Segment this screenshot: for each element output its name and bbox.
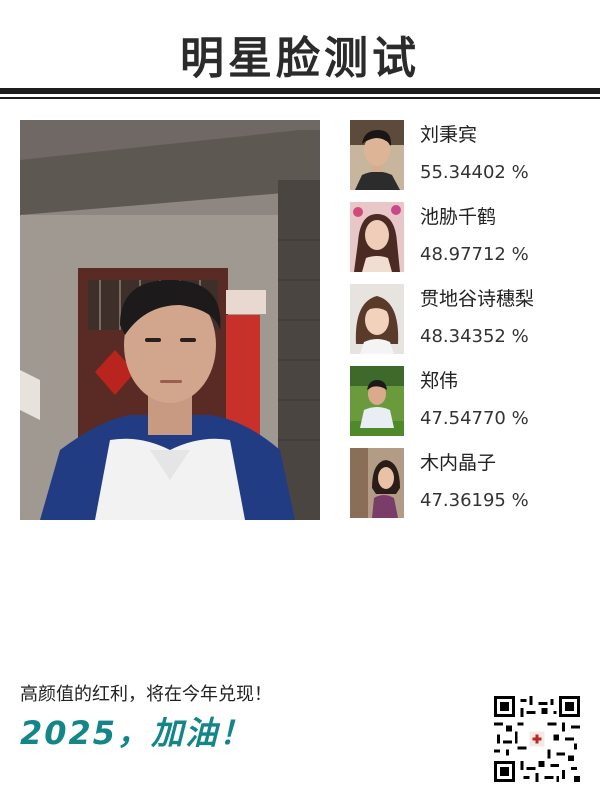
match-item[interactable]: 刘秉宾 55.34402 % [350, 120, 590, 190]
header-divider-thin [0, 97, 600, 99]
slogan-headline: 2025，加油！ [20, 714, 254, 752]
match-item[interactable]: 贯地谷诗穗梨 48.34352 % [350, 284, 590, 354]
match-thumbnail [350, 366, 404, 436]
match-thumbnail [350, 120, 404, 190]
qr-code-icon [494, 696, 580, 782]
match-score: 48.34352 % [420, 326, 529, 347]
match-name: 木内晶子 [420, 452, 497, 474]
match-name: 池胁千鹤 [420, 206, 497, 228]
match-score: 48.97712 % [420, 244, 529, 265]
match-thumbnail [350, 284, 404, 354]
match-thumbnail [350, 202, 404, 272]
match-item[interactable]: 木内晶子 47.36195 % [350, 448, 590, 518]
slogan-line: 高颜值的红利，将在今年兑现！ [20, 684, 272, 705]
uploaded-photo [20, 120, 320, 520]
match-item[interactable]: 郑伟 47.54770 % [350, 366, 590, 436]
match-thumbnail [350, 448, 404, 518]
match-score: 55.34402 % [420, 162, 529, 183]
match-score: 47.36195 % [420, 490, 529, 511]
header-divider-thick [0, 88, 600, 94]
match-name: 刘秉宾 [420, 124, 478, 146]
page-title: 明星脸测试 [180, 33, 420, 84]
match-item[interactable]: 池胁千鹤 48.97712 % [350, 202, 590, 272]
match-score: 47.54770 % [420, 408, 529, 429]
match-name: 郑伟 [420, 370, 459, 392]
match-name: 贯地谷诗穗梨 [420, 288, 535, 310]
